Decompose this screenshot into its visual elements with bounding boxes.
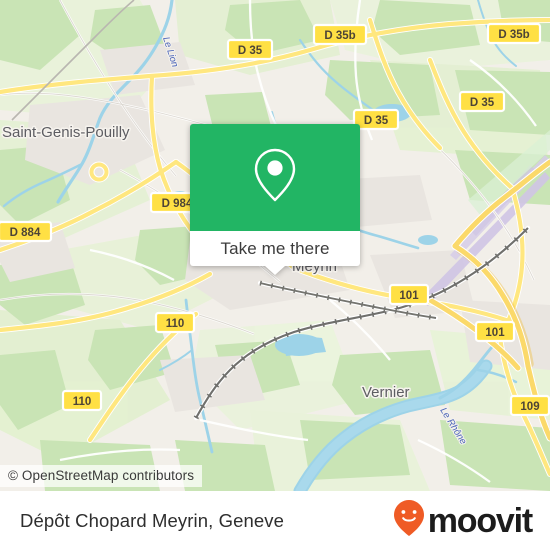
svg-text:101: 101 bbox=[399, 290, 419, 302]
svg-text:D 884: D 884 bbox=[10, 227, 41, 239]
road-shield: 110 bbox=[61, 389, 103, 412]
callout-icon-panel bbox=[190, 124, 360, 231]
callout-action-bar[interactable]: Take me there bbox=[190, 231, 360, 275]
svg-text:D 35b: D 35b bbox=[324, 30, 355, 42]
svg-text:D 35: D 35 bbox=[470, 97, 495, 109]
svg-text:D 984: D 984 bbox=[162, 198, 193, 210]
svg-text:109: 109 bbox=[520, 401, 539, 413]
svg-text:110: 110 bbox=[166, 318, 185, 330]
place-label-vernier: Vernier bbox=[362, 384, 410, 401]
road-shield: D 884 bbox=[0, 220, 53, 243]
moovit-pin-smiley-icon bbox=[392, 498, 426, 543]
road-shield: D 35 bbox=[352, 108, 400, 131]
road-shield: 101 bbox=[474, 320, 516, 343]
moovit-map-screen: Le Lion Le Rhône Saint-Genis-Pouilly Mey… bbox=[0, 0, 550, 550]
svg-text:110: 110 bbox=[73, 396, 92, 408]
osm-attribution[interactable]: © OpenStreetMap contributors bbox=[0, 465, 203, 487]
road-shield: 110 bbox=[154, 311, 196, 334]
moovit-logo[interactable]: moovit bbox=[392, 498, 533, 543]
svg-text:D 35: D 35 bbox=[238, 45, 263, 57]
road-shield: D 35b bbox=[486, 22, 542, 45]
svg-text:D 35: D 35 bbox=[364, 115, 389, 127]
map-pin-icon bbox=[250, 146, 300, 209]
road-shield: 109 bbox=[509, 394, 550, 417]
page-title: Dépôt Chopard Meyrin, Geneve bbox=[20, 509, 284, 531]
road-shield: D 35 bbox=[458, 90, 506, 113]
take-me-there-callout[interactable]: Take me there bbox=[190, 124, 360, 275]
svg-text:101: 101 bbox=[485, 327, 505, 339]
road-shield: D 35b bbox=[312, 23, 368, 46]
take-me-there-label: Take me there bbox=[220, 238, 330, 258]
svg-text:D 35b: D 35b bbox=[498, 29, 529, 41]
callout-tail bbox=[265, 266, 285, 275]
place-label-saint-genis-pouilly: Saint-Genis-Pouilly bbox=[2, 124, 130, 141]
road-shield: D 35 bbox=[226, 38, 274, 61]
moovit-wordmark: moovit bbox=[427, 501, 533, 540]
road-shield: 101 bbox=[388, 283, 430, 306]
bottom-bar: Dépôt Chopard Meyrin, Geneve moovit bbox=[0, 491, 550, 550]
